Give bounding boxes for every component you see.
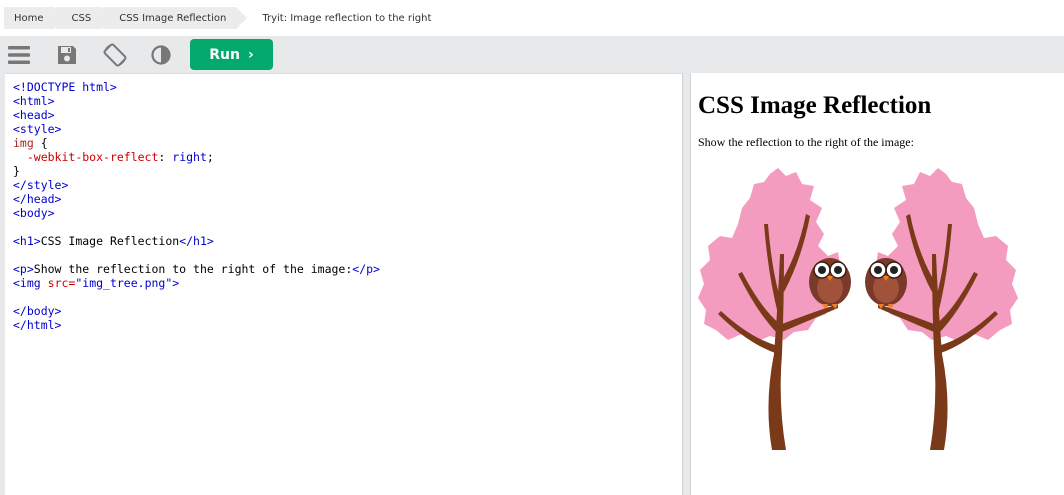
tree-image-with-reflection	[698, 164, 1064, 454]
code-line: <img src="img_tree.png">	[13, 276, 180, 290]
toolbar: Run ›	[0, 36, 1064, 73]
code-line: </html>	[13, 318, 62, 332]
result-pane: CSS Image Reflection Show the reflection…	[691, 73, 1064, 495]
code-line: <!DOCTYPE html>	[13, 80, 117, 94]
code-line: </head>	[13, 192, 62, 206]
code-line: </style>	[13, 178, 69, 192]
breadcrumb-reflection-label: CSS Image Reflection	[119, 12, 227, 24]
code-line: <body>	[13, 206, 55, 220]
code-line: <h1>CSS Image Reflection</h1>	[13, 234, 214, 248]
result-heading: CSS Image Reflection	[698, 92, 932, 119]
breadcrumb-current: Tryit: Image reflection to the right	[246, 7, 441, 29]
breadcrumb-home-label: Home	[14, 12, 44, 24]
breadcrumb-home[interactable]: Home	[4, 7, 64, 29]
rotate-icon[interactable]	[100, 40, 130, 70]
breadcrumb: Home CSS CSS Image Reflection Tryit: Ima…	[0, 0, 1064, 36]
breadcrumb-current-label: Tryit: Image reflection to the right	[262, 12, 432, 24]
menu-icon[interactable]	[4, 40, 34, 70]
code-line: }	[13, 164, 20, 178]
contrast-icon[interactable]	[146, 40, 176, 70]
code-line: -webkit-box-reflect: right;	[26, 150, 214, 164]
breadcrumb-css-label: CSS	[71, 12, 92, 24]
result-paragraph: Show the reflection to the right of the …	[698, 135, 914, 149]
code-line: </body>	[13, 304, 62, 318]
tree-owl-image	[698, 167, 1018, 451]
code-line: <head>	[13, 108, 55, 122]
tryit-editor: Home CSS CSS Image Reflection Tryit: Ima…	[0, 0, 1064, 495]
pane-splitter[interactable]	[682, 73, 691, 495]
code-line: <style>	[13, 122, 62, 136]
breadcrumb-css-image-reflection[interactable]: CSS Image Reflection	[103, 7, 248, 29]
save-icon[interactable]	[52, 40, 82, 70]
run-label: Run	[209, 46, 240, 63]
code-line: img {	[13, 136, 48, 150]
code-line: <html>	[13, 94, 55, 108]
code-line: <p>Show the reflection to the right of t…	[13, 262, 380, 276]
run-button[interactable]: Run ›	[190, 39, 273, 70]
chevron-right-icon: ›	[247, 46, 254, 63]
code-editor[interactable]: <!DOCTYPE html> <html> <head> <style> img { …	[5, 73, 682, 495]
